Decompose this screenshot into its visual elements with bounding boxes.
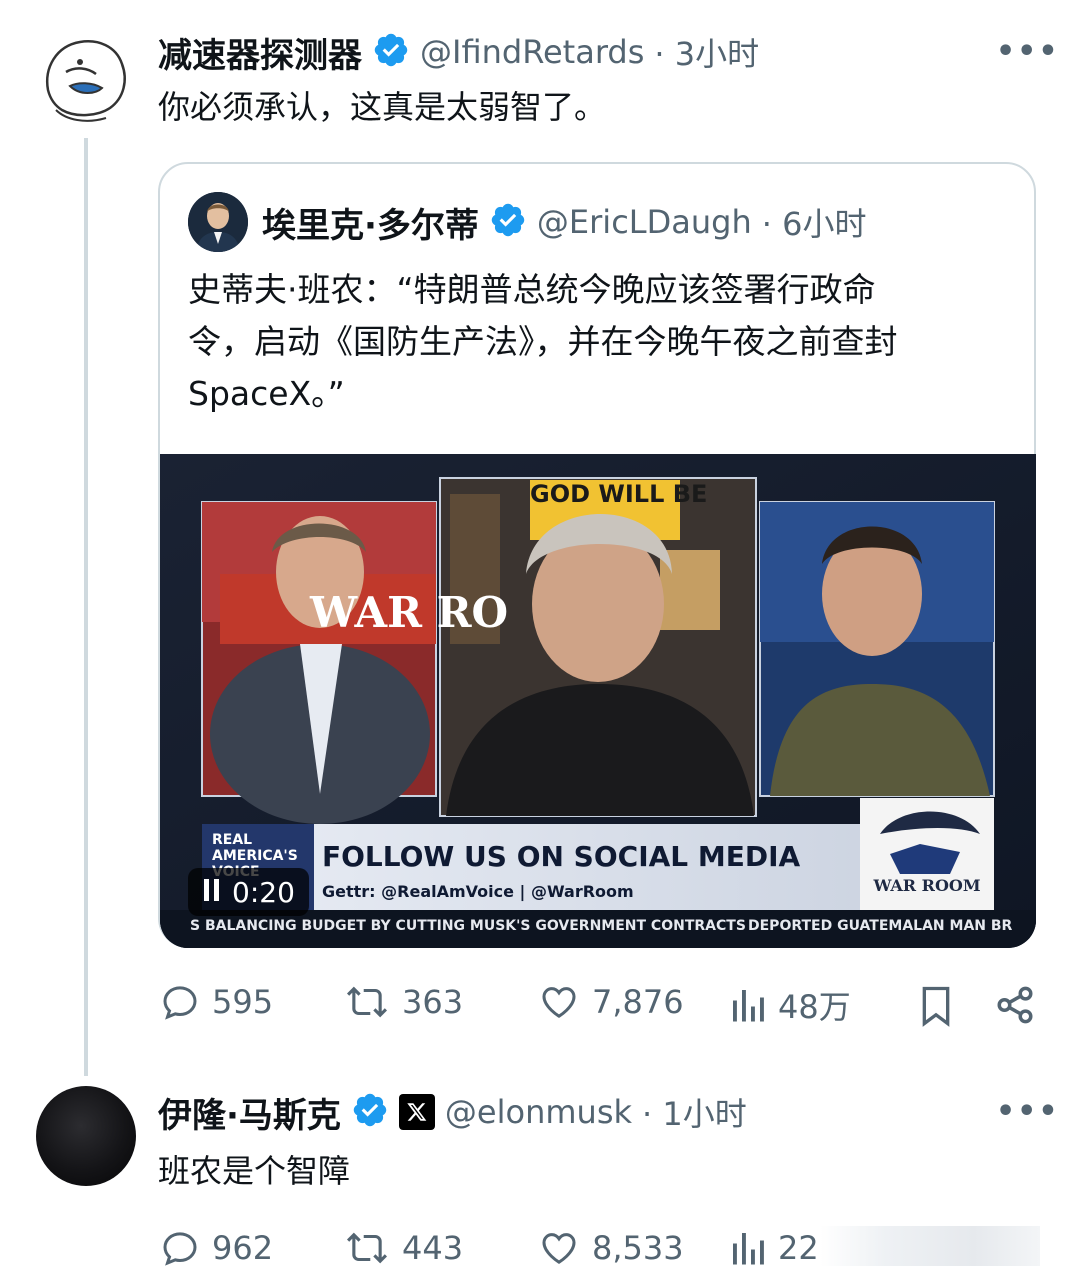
reply-button[interactable]: 595 xyxy=(160,982,273,1022)
banner-title: FOLLOW US ON SOCIAL MEDIA xyxy=(322,840,801,873)
blurred-overlay xyxy=(820,1226,1040,1266)
view-count: 48万 xyxy=(778,988,851,1026)
author-handle[interactable]: @IfindRetards xyxy=(420,33,644,71)
author-name[interactable]: 减速器探测器 xyxy=(158,28,362,77)
heart-icon xyxy=(542,987,576,1018)
author-handle[interactable]: @elonmusk xyxy=(445,1093,632,1131)
quoted-tweet-header: 埃里克·多尔蒂 @EricLDaugh · 6小时 xyxy=(262,198,866,246)
view-count: 22 xyxy=(778,1229,819,1267)
quoted-text-line: SpaceX。” xyxy=(188,374,345,413)
repost-count: 363 xyxy=(402,983,464,1021)
quoted-avatar[interactable] xyxy=(188,192,248,252)
tweet-text: 你必须承认，这真是太弱智了。 xyxy=(158,88,607,126)
pause-icon[interactable] xyxy=(202,877,222,907)
x-affiliation-icon xyxy=(398,1094,435,1130)
repost-icon xyxy=(347,1232,387,1264)
like-count: 8,533 xyxy=(592,1229,684,1267)
video-playback-pill[interactable]: 0:20 xyxy=(188,868,309,916)
tweet-header: 减速器探测器 @IfindRetards · 3小时 xyxy=(158,28,759,76)
verified-badge-icon xyxy=(372,31,410,73)
reply-count: 595 xyxy=(212,983,274,1021)
show-logo: WAR ROOM xyxy=(873,876,981,895)
reply-count: 962 xyxy=(212,1229,274,1267)
repost-icon xyxy=(347,986,387,1018)
tweet-timestamp[interactable]: · 1小时 xyxy=(642,1089,747,1135)
reply-icon xyxy=(163,986,197,1020)
video-timestamp: 0:20 xyxy=(232,875,295,909)
verified-badge-icon xyxy=(489,201,527,243)
verified-badge-icon xyxy=(351,1091,389,1133)
avatar[interactable] xyxy=(36,1086,136,1186)
views-chart-icon xyxy=(733,990,764,1022)
news-ticker-left: S BALANCING BUDGET BY CUTTING MUSK'S GOV… xyxy=(190,918,746,934)
bookmark-icon[interactable] xyxy=(916,984,956,1032)
quoted-text-line: 令，启动《国防生产法》，并在今晚午夜之前查封 xyxy=(188,322,898,361)
more-options-icon[interactable]: ••• xyxy=(996,1094,1060,1129)
quoted-author-name[interactable]: 埃里克·多尔蒂 xyxy=(262,198,479,247)
tweet-timestamp[interactable]: · 3小时 xyxy=(654,29,759,75)
thread-connector-line xyxy=(84,138,88,1076)
embedded-video[interactable]: GOD WILL BE WAR RO REAL AMERICA'S VOICE … xyxy=(160,454,1036,948)
video-sign-text: GOD WILL BE xyxy=(530,480,708,508)
heart-icon xyxy=(542,1233,576,1264)
avatar[interactable] xyxy=(36,28,136,128)
repost-button[interactable]: 363 xyxy=(344,982,463,1022)
video-flag-text: WAR RO xyxy=(310,588,509,637)
reply-button[interactable]: 962 xyxy=(160,1228,273,1268)
tweet-header: 伊隆·马斯克 @elonmusk · 1小时 xyxy=(158,1088,747,1136)
quoted-text-line: 史蒂夫·班农：“特朗普总统今晚应该签署行政命 xyxy=(188,270,876,309)
views-button[interactable]: 48万 xyxy=(730,982,851,1028)
author-name[interactable]: 伊隆·马斯克 xyxy=(158,1088,341,1137)
more-options-icon[interactable]: ••• xyxy=(996,34,1060,69)
quoted-author-handle[interactable]: @EricLDaugh xyxy=(537,203,752,241)
reply-icon xyxy=(163,1232,197,1266)
repost-count: 443 xyxy=(402,1229,464,1267)
banner-subtitle: Gettr: @RealAmVoice | @WarRoom xyxy=(322,882,634,901)
like-count: 7,876 xyxy=(592,983,684,1021)
quoted-tweet-text: 史蒂夫·班农：“特朗普总统今晚应该签署行政命 令，启动《国防生产法》，并在今晚午… xyxy=(188,264,1018,420)
quoted-tweet-timestamp: · 6小时 xyxy=(761,205,867,243)
views-button[interactable]: 22 xyxy=(730,1228,819,1268)
views-chart-icon xyxy=(733,1233,764,1265)
repost-button[interactable]: 443 xyxy=(344,1228,463,1268)
like-button[interactable]: 7,876 xyxy=(538,982,684,1022)
news-ticker-right: DEPORTED GUATEMALAN MAN BR xyxy=(748,918,1013,934)
share-icon[interactable] xyxy=(994,984,1036,1030)
tweet-text: 班农是个智障 xyxy=(158,1152,351,1190)
like-button[interactable]: 8,533 xyxy=(538,1228,684,1268)
